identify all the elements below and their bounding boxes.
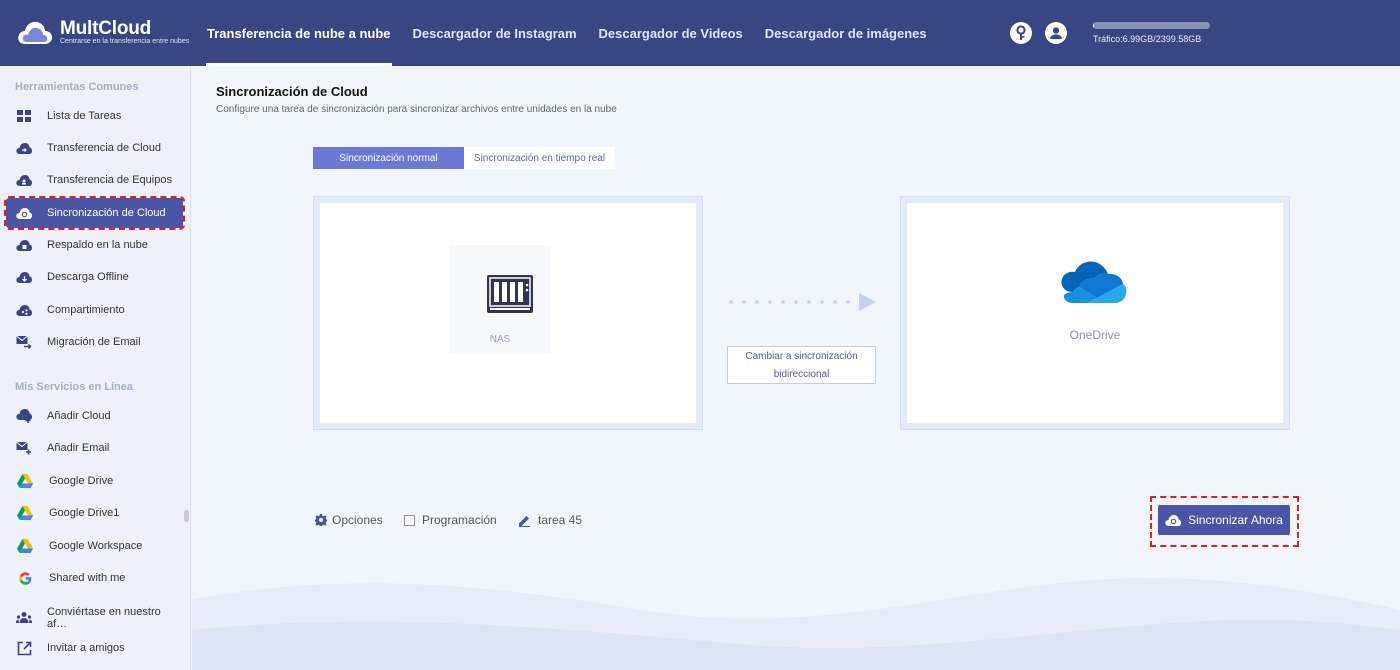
nav-video-downloader[interactable]: Descargador de Videos xyxy=(588,0,754,66)
sidebar-item-label: Transferencia de Cloud xyxy=(47,142,161,154)
user-icon[interactable] xyxy=(1045,22,1067,44)
sidebar-item-add-cloud[interactable]: Añadir Cloud xyxy=(6,401,183,431)
background-waves xyxy=(192,578,1400,670)
google-drive-icon xyxy=(17,505,33,521)
main-content: Sincronización de Cloud Configure una ta… xyxy=(192,66,1400,670)
nav-image-downloader[interactable]: Descargador de imágenes xyxy=(754,0,938,66)
sidebar-heading-services: Mis Servicios en Línea xyxy=(15,381,133,393)
sidebar-heading-common: Herramientas Comunes xyxy=(15,81,139,93)
google-drive-icon xyxy=(17,473,33,489)
sidebar-item-label: Google Workspace xyxy=(49,540,143,552)
sidebar-item-email-migration[interactable]: Migración de Email xyxy=(6,327,183,357)
schedule-checkbox[interactable]: Programación xyxy=(404,513,497,527)
schedule-label: Programación xyxy=(422,513,497,527)
sidebar-item-shared-with-me[interactable]: Shared with me xyxy=(6,563,183,593)
switch-button-line2: bidireccional xyxy=(773,369,830,380)
nav-cloud-transfer[interactable]: Transferencia de nube a nube xyxy=(196,0,402,66)
sidebar-item-label: Descarga Offline xyxy=(47,271,129,283)
main-nav: Transferencia de nube a nube Descargador… xyxy=(196,0,938,66)
sidebar-item-affiliate[interactable]: Conviértase en nuestro af… xyxy=(6,603,183,633)
destination-card[interactable]: OneDrive xyxy=(907,203,1283,423)
sidebar-item-label: Respaldo en la nube xyxy=(47,239,148,251)
cloud-transfer-icon xyxy=(16,140,32,156)
task-name-field[interactable]: tarea 45 xyxy=(518,513,582,527)
sidebar-item-sharing[interactable]: Compartimiento xyxy=(6,295,183,325)
traffic-progress-bar xyxy=(1093,22,1210,29)
sidebar-item-label: Transferencia de Equipos xyxy=(47,174,172,186)
destination-label: OneDrive xyxy=(1069,328,1121,342)
cloud-sync-icon xyxy=(1165,514,1182,526)
sync-now-label: Sincronizar Ahora xyxy=(1188,513,1283,527)
onedrive-icon xyxy=(1061,261,1127,303)
page-title: Sincronización de Cloud xyxy=(216,84,368,99)
google-icon xyxy=(17,570,33,586)
sidebar: Herramientas Comunes Lista de Tareas Tra… xyxy=(0,66,191,670)
sync-direction-arrow-icon xyxy=(729,293,876,311)
cloud-download-icon xyxy=(16,269,32,285)
sidebar-item-cloud-backup[interactable]: Respaldo en la nube xyxy=(6,230,183,260)
checkbox-box[interactable] xyxy=(404,514,415,526)
sidebar-item-label: Lista de Tareas xyxy=(47,110,122,122)
page-description: Configure una tarea de sincronización pa… xyxy=(216,104,617,115)
affiliate-icon xyxy=(16,610,32,626)
sidebar-item-label: Google Drive1 xyxy=(49,507,120,519)
tab-normal-sync[interactable]: Sincronización normal xyxy=(313,147,464,169)
add-cloud-icon xyxy=(16,408,32,424)
nav-instagram-downloader[interactable]: Descargador de Instagram xyxy=(402,0,588,66)
switch-button-line1: Cambiar a sincronización xyxy=(745,351,858,362)
sidebar-item-cloud-sync[interactable]: Sincronización de Cloud xyxy=(4,196,185,230)
sidebar-item-label: Shared with me xyxy=(49,572,126,584)
sidebar-item-google-drive1[interactable]: Google Drive1 xyxy=(6,498,183,528)
sidebar-item-add-email[interactable]: Añadir Email xyxy=(6,433,183,463)
sidebar-item-label: Añadir Cloud xyxy=(47,410,111,422)
sidebar-item-label: Migración de Email xyxy=(47,336,141,348)
source-panel[interactable]: NAS xyxy=(313,196,703,430)
sidebar-item-label: Google Drive xyxy=(49,475,114,487)
google-drive-icon xyxy=(17,538,33,554)
brand-tagline: Centrarse en la transferencia entre nube… xyxy=(60,38,190,45)
sidebar-item-label: Compartimiento xyxy=(47,304,125,316)
sidebar-item-label: Invitar a amigos xyxy=(47,642,125,654)
sidebar-item-team-transfer[interactable]: Transferencia de Equipos xyxy=(6,165,183,195)
source-label: NAS xyxy=(489,334,511,345)
destination-panel[interactable]: OneDrive xyxy=(900,196,1290,430)
sync-now-button[interactable]: Sincronizar Ahora xyxy=(1158,505,1290,535)
cloud-share-icon xyxy=(16,302,32,318)
brand-name: MultCloud xyxy=(60,18,152,39)
options-button[interactable]: Opciones xyxy=(315,513,383,527)
cloud-backup-icon xyxy=(16,237,32,253)
sidebar-item-label: Conviértase en nuestro af… xyxy=(47,606,161,630)
sidebar-item-label: Sincronización de Cloud xyxy=(47,207,166,219)
traffic-meter: Tráfico:6.99GB/2399.58GB xyxy=(1093,22,1213,44)
traffic-progress-fill xyxy=(1093,22,1094,29)
team-cloud-icon xyxy=(16,172,32,188)
sidebar-item-label: Añadir Email xyxy=(47,442,110,454)
source-card[interactable]: NAS xyxy=(320,203,696,423)
add-email-icon xyxy=(16,440,32,456)
sidebar-item-cloud-transfer[interactable]: Transferencia de Cloud xyxy=(6,133,183,163)
email-migration-icon xyxy=(16,334,32,350)
nas-icon xyxy=(487,275,533,313)
cloud-sync-icon xyxy=(16,205,32,221)
grid-icon xyxy=(16,108,32,124)
switch-bidirectional-button[interactable]: Cambiar a sincronización bidireccional xyxy=(727,346,876,384)
invite-icon xyxy=(16,640,32,656)
gear-icon xyxy=(315,514,327,526)
pencil-icon xyxy=(519,515,530,527)
multcloud-logo[interactable]: MultCloud Centrarse en la transferencia … xyxy=(16,16,196,50)
sidebar-item-task-list[interactable]: Lista de Tareas xyxy=(6,101,183,131)
tab-realtime-sync[interactable]: Sincronización en tiempo real xyxy=(464,147,615,169)
sidebar-item-invite-friends[interactable]: Invitar a amigos xyxy=(6,633,183,663)
traffic-text: Tráfico:6.99GB/2399.58GB xyxy=(1093,34,1202,44)
key-icon[interactable] xyxy=(1010,22,1032,44)
options-label: Opciones xyxy=(332,513,383,527)
top-navigation-bar: MultCloud Centrarse en la transferencia … xyxy=(0,0,1400,66)
sidebar-item-google-drive[interactable]: Google Drive xyxy=(6,466,183,496)
sidebar-item-google-workspace[interactable]: Google Workspace xyxy=(6,531,183,561)
cloud-logo-icon xyxy=(18,21,53,44)
sidebar-item-offline-download[interactable]: Descarga Offline xyxy=(6,262,183,292)
task-name: tarea 45 xyxy=(538,513,583,527)
sidebar-scrollbar[interactable] xyxy=(184,510,189,522)
